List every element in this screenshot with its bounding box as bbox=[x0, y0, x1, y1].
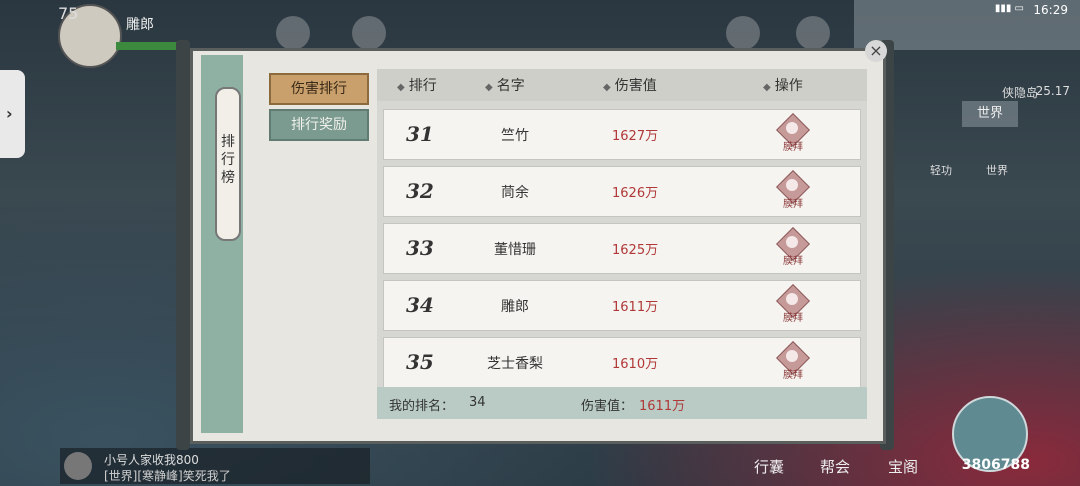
row-rank: 35 bbox=[406, 350, 434, 374]
worship-label: 膜拜 bbox=[783, 313, 803, 324]
location-value: 25.17 bbox=[1035, 84, 1070, 98]
gate-icon[interactable] bbox=[796, 16, 830, 50]
worship-face-icon bbox=[786, 293, 798, 305]
row-damage: 1627万 bbox=[612, 129, 659, 144]
meditate-icon[interactable] bbox=[726, 16, 760, 50]
row-rank: 33 bbox=[406, 236, 434, 260]
scroll-rod-left bbox=[176, 40, 190, 450]
header-name: ◆ 名字 bbox=[485, 78, 525, 94]
worship-button[interactable]: 膜拜 bbox=[776, 341, 810, 381]
worship-face-icon bbox=[786, 179, 798, 191]
row-player-name[interactable]: 竺竹 bbox=[484, 125, 546, 145]
header-action: ◆ 操作 bbox=[763, 78, 803, 94]
world-skill-label[interactable]: 世界 bbox=[986, 162, 1008, 178]
table-row: 35 芝士香梨 1610万 膜拜 bbox=[383, 337, 861, 388]
bell-icon[interactable] bbox=[352, 16, 386, 50]
row-player-name[interactable]: 茼余 bbox=[484, 182, 546, 202]
my-rank-footer: 我的排名： 34 伤害值： 1611万 bbox=[377, 387, 867, 419]
row-damage: 1610万 bbox=[612, 357, 659, 372]
worship-button[interactable]: 膜拜 bbox=[776, 170, 810, 210]
side-expand-tab[interactable]: › bbox=[0, 70, 25, 158]
leaderboard-modal: 排行榜 伤害排行 排行奖励 ◆ 排行 ◆ 名字 ◆ 伤害值 ◆ 操作 31 竺竹 162… bbox=[190, 48, 886, 444]
qinggong-label[interactable]: 轻功 bbox=[930, 162, 952, 178]
header-rank: ◆ 排行 bbox=[397, 78, 437, 94]
row-rank: 32 bbox=[406, 179, 434, 203]
worship-label: 膜拜 bbox=[783, 370, 803, 381]
inventory-button[interactable]: 行囊 bbox=[754, 456, 784, 477]
player-level: 75 bbox=[58, 4, 79, 23]
my-rank-value: 34 bbox=[469, 395, 486, 410]
chat-avatar bbox=[64, 452, 92, 480]
my-damage-value: 1611万 bbox=[639, 399, 686, 414]
row-rank: 34 bbox=[406, 293, 434, 317]
worship-face-icon bbox=[786, 350, 798, 362]
location-name: 侠隐岛 bbox=[1001, 86, 1038, 100]
worship-button[interactable]: 膜拜 bbox=[776, 227, 810, 267]
worship-face-icon bbox=[786, 236, 798, 248]
chat-line-2: [世界][寒静峰]笑死我了 bbox=[104, 469, 231, 483]
worship-face-icon bbox=[786, 122, 798, 134]
worship-label: 膜拜 bbox=[783, 256, 803, 267]
row-player-name[interactable]: 芝士香梨 bbox=[484, 353, 546, 373]
worship-label: 膜拜 bbox=[783, 142, 803, 153]
table-header: ◆ 排行 ◆ 名字 ◆ 伤害值 ◆ 操作 bbox=[377, 69, 867, 101]
tab-damage-ranking[interactable]: 伤害排行 bbox=[269, 73, 369, 105]
battle-icon[interactable] bbox=[276, 16, 310, 50]
table-row: 31 竺竹 1627万 膜拜 bbox=[383, 109, 861, 160]
row-player-name[interactable]: 董惜珊 bbox=[484, 239, 546, 259]
table-row: 33 董惜珊 1625万 膜拜 bbox=[383, 223, 861, 274]
row-player-name[interactable]: 雕郎 bbox=[484, 296, 546, 316]
treasure-button[interactable]: 宝阁 bbox=[888, 456, 918, 477]
chat-box[interactable]: 小号人家收我800 [世界][寒静峰]笑死我了 bbox=[60, 448, 370, 484]
worship-button[interactable]: 膜拜 bbox=[776, 284, 810, 324]
world-channel-button[interactable]: 世界 bbox=[962, 101, 1018, 127]
guild-button[interactable]: 帮会 bbox=[820, 456, 850, 477]
clock-time: 16:29 bbox=[1033, 3, 1068, 17]
row-damage: 1611万 bbox=[612, 300, 659, 315]
player-name: 雕郎 bbox=[126, 17, 154, 33]
my-rank-label: 我的排名： bbox=[389, 399, 455, 414]
my-damage-label: 伤害值： bbox=[581, 399, 634, 414]
chat-line-1: 小号人家收我800 bbox=[104, 453, 199, 467]
modal-title: 排行榜 bbox=[221, 134, 235, 186]
worship-button[interactable]: 膜拜 bbox=[776, 113, 810, 153]
close-icon[interactable]: × bbox=[865, 40, 887, 62]
currency-amount: 3806788 bbox=[961, 457, 1030, 473]
header-damage: ◆ 伤害值 bbox=[603, 78, 657, 94]
row-rank: 31 bbox=[406, 122, 434, 146]
title-strip: 排行榜 bbox=[201, 55, 243, 433]
table-row: 32 茼余 1626万 膜拜 bbox=[383, 166, 861, 217]
worship-label: 膜拜 bbox=[783, 199, 803, 210]
row-damage: 1625万 bbox=[612, 243, 659, 258]
signal-battery-icon: ▮▮▮ ▭ bbox=[994, 3, 1024, 14]
ranking-panel: ◆ 排行 ◆ 名字 ◆ 伤害值 ◆ 操作 31 竺竹 1627万 膜拜 32 茼余 16… bbox=[377, 69, 867, 419]
tab-ranking-rewards[interactable]: 排行奖励 bbox=[269, 109, 369, 141]
chevron-right-icon: › bbox=[6, 104, 13, 123]
row-damage: 1626万 bbox=[612, 186, 659, 201]
table-row: 34 雕郎 1611万 膜拜 bbox=[383, 280, 861, 331]
